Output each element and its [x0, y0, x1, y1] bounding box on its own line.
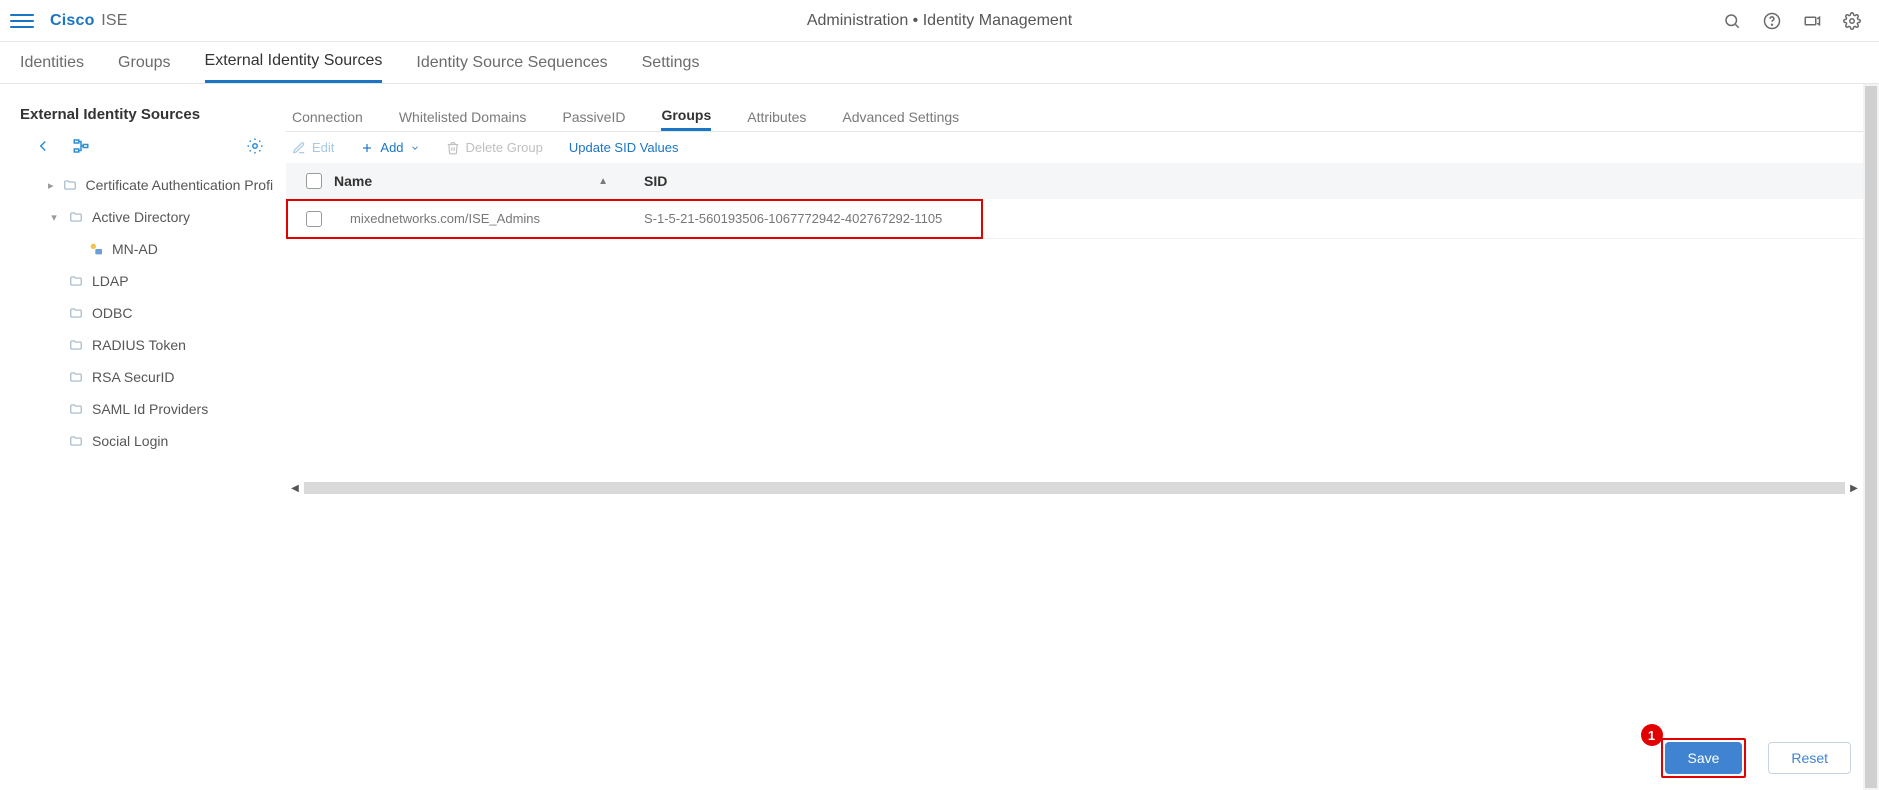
horizontal-scrollbar[interactable]: ◀ ▶ — [286, 479, 1863, 497]
help-icon[interactable] — [1763, 12, 1781, 30]
tree-item-ldap[interactable]: LDAP — [20, 265, 274, 297]
annotation-highlight-save: Save — [1661, 738, 1747, 778]
update-sid-action[interactable]: Update SID Values — [569, 140, 679, 155]
search-icon[interactable] — [1723, 12, 1741, 30]
tree-item-label: Certificate Authentication Profile — [86, 177, 274, 193]
folder-icon — [68, 338, 84, 352]
main-tab-external-identity-sources[interactable]: External Identity Sources — [205, 42, 383, 83]
tree-item-active-directory[interactable]: ▾ Active Directory — [20, 201, 274, 233]
brand-primary: Cisco — [50, 12, 95, 29]
cell-sid: S-1-5-21-560193506-1067772942-402767292-… — [644, 211, 1863, 226]
sub-tab-whitelisted-domains[interactable]: Whitelisted Domains — [399, 104, 527, 131]
caret-down-icon[interactable]: ▾ — [48, 211, 60, 224]
folder-icon — [68, 274, 84, 288]
folder-icon — [68, 402, 84, 416]
tree-item-label: ODBC — [92, 305, 132, 321]
folder-icon — [62, 178, 78, 192]
tree-item-odbc[interactable]: ODBC — [20, 297, 274, 329]
table-row[interactable]: mixednetworks.com/ISE_AdminsS-1-5-21-560… — [286, 199, 1863, 239]
save-button[interactable]: Save — [1665, 742, 1743, 774]
tree-item-label: RADIUS Token — [92, 337, 186, 353]
sidebar-gear-icon[interactable] — [246, 137, 264, 155]
tree-item-rsa-securid[interactable]: RSA SecurID — [20, 361, 274, 393]
row-checkbox[interactable] — [306, 211, 322, 227]
folder-icon — [68, 370, 84, 384]
brand-logo: Cisco ISE — [50, 12, 128, 30]
update-sid-label: Update SID Values — [569, 140, 679, 155]
folder-icon — [68, 434, 84, 448]
reset-button[interactable]: Reset — [1768, 742, 1851, 774]
cell-name: mixednetworks.com/ISE_Admins — [334, 211, 644, 226]
brand-secondary: ISE — [101, 12, 127, 29]
ad-node-icon — [88, 241, 104, 257]
tree-view-icon[interactable] — [72, 137, 90, 155]
edit-label: Edit — [312, 140, 334, 155]
sub-tab-groups[interactable]: Groups — [661, 104, 711, 131]
main-tab-identities[interactable]: Identities — [20, 42, 84, 83]
chevron-down-icon — [410, 143, 420, 153]
sub-tab-passiveid[interactable]: PassiveID — [562, 104, 625, 131]
tree-item-mn-ad[interactable]: MN-AD — [20, 233, 274, 265]
back-icon[interactable] — [34, 137, 52, 155]
menu-toggle-button[interactable] — [10, 9, 34, 33]
column-header-sid[interactable]: SID — [644, 173, 1863, 189]
edit-action[interactable]: Edit — [292, 140, 334, 155]
sub-tab-advanced-settings[interactable]: Advanced Settings — [842, 104, 959, 131]
delete-label: Delete Group — [466, 140, 543, 155]
column-header-name[interactable]: Name ▲ — [334, 173, 644, 189]
tree-item-label: MN-AD — [112, 241, 158, 257]
tree-item-label: SAML Id Providers — [92, 401, 208, 417]
folder-icon — [68, 210, 84, 224]
scroll-left-icon[interactable]: ◀ — [286, 483, 304, 494]
sort-asc-icon: ▲ — [598, 176, 608, 187]
tree-item-certificate-authentication-profile[interactable]: ▸ Certificate Authentication Profile — [20, 169, 274, 201]
sub-tab-connection[interactable]: Connection — [292, 104, 363, 131]
tree-item-label: RSA SecurID — [92, 369, 174, 385]
tree-item-social-login[interactable]: Social Login — [20, 425, 274, 457]
main-tab-settings[interactable]: Settings — [642, 42, 700, 83]
tree-item-saml-id-providers[interactable]: SAML Id Providers — [20, 393, 274, 425]
add-label: Add — [380, 140, 403, 155]
main-tab-groups[interactable]: Groups — [118, 42, 170, 83]
delete-group-action[interactable]: Delete Group — [446, 140, 543, 155]
scroll-right-icon[interactable]: ▶ — [1845, 483, 1863, 494]
folder-icon — [68, 306, 84, 320]
tree-item-label: LDAP — [92, 273, 129, 289]
tree-item-label: Social Login — [92, 433, 168, 449]
tools-icon[interactable] — [1803, 12, 1821, 30]
breadcrumb: Administration • Identity Management — [807, 12, 1072, 30]
sidebar-title: External Identity Sources — [20, 106, 274, 123]
main-tab-identity-source-sequences[interactable]: Identity Source Sequences — [416, 42, 607, 83]
annotation-badge: 1 — [1641, 724, 1663, 746]
tree-item-radius-token[interactable]: RADIUS Token — [20, 329, 274, 361]
add-action[interactable]: Add — [360, 140, 419, 155]
main-tabs: Identities Groups External Identity Source… — [0, 42, 1879, 84]
gear-icon[interactable] — [1843, 12, 1861, 30]
tree-item-label: Active Directory — [92, 209, 190, 225]
sub-tab-attributes[interactable]: Attributes — [747, 104, 806, 131]
vertical-scrollbar[interactable] — [1863, 84, 1879, 790]
select-all-checkbox[interactable] — [306, 173, 322, 189]
caret-right-icon[interactable]: ▸ — [48, 179, 54, 192]
